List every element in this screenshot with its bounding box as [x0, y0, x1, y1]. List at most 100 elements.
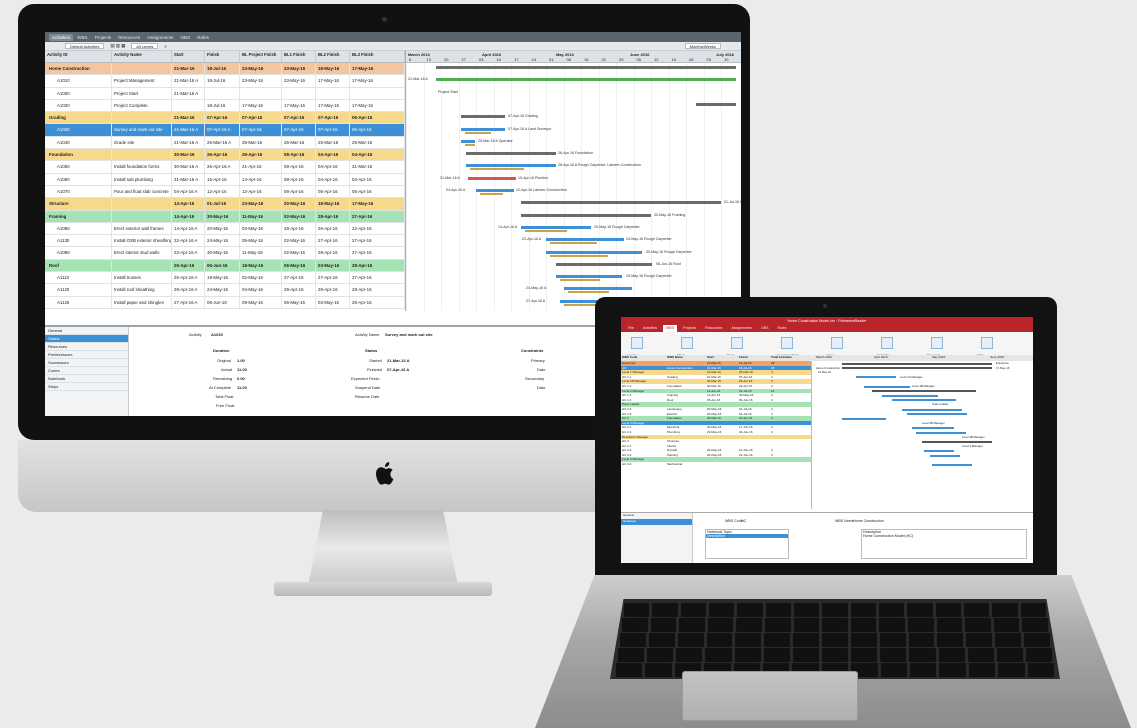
tab-obs[interactable]: OBS [177, 34, 193, 41]
key[interactable] [910, 663, 937, 677]
key[interactable] [822, 618, 848, 632]
activity-row[interactable]: A1020 Project Complete 18-Jul-16 17-May-16 1… [45, 99, 405, 113]
key[interactable] [622, 618, 648, 632]
key[interactable] [792, 648, 819, 662]
activity-row[interactable]: A1125 Install paper and shingles 27-Apr-16… [45, 296, 405, 309]
tab-roles[interactable]: Roles [775, 325, 790, 332]
gantt-bar[interactable] [546, 250, 642, 254]
key[interactable] [998, 663, 1025, 677]
gantt-bar[interactable] [461, 115, 505, 119]
gantt-bar[interactable] [461, 127, 505, 131]
key[interactable] [707, 618, 734, 632]
key[interactable] [850, 633, 877, 647]
activity-row[interactable]: A1070 Pour and float slab concrete 04-Apr-… [45, 185, 405, 199]
key[interactable] [996, 648, 1023, 662]
key[interactable] [966, 633, 993, 647]
activity-row[interactable]: A1080 Erect exterior wall frames 14-Apr-16… [45, 222, 405, 236]
detail-tab-general[interactable]: General [45, 327, 128, 335]
column-header[interactable]: BL1 Finish [282, 51, 316, 62]
key[interactable] [620, 633, 646, 647]
ribbon-icon[interactable] [981, 337, 993, 349]
column-header[interactable]: Finish [205, 51, 240, 62]
gantt-bar[interactable] [930, 454, 960, 457]
gantt-bar[interactable] [902, 408, 962, 411]
gantt-bar[interactable] [696, 102, 736, 106]
key[interactable] [822, 633, 848, 647]
key[interactable] [652, 603, 678, 617]
key[interactable] [618, 648, 645, 662]
gantt-bar[interactable] [521, 225, 591, 229]
gantt-bar[interactable] [864, 385, 910, 388]
key[interactable] [850, 618, 877, 632]
activity-row[interactable]: A1110 Install trusses 25-Apr-16 A 19-May-16… [45, 272, 405, 285]
gantt-bar[interactable] [842, 367, 992, 370]
gantt-bar[interactable] [924, 449, 954, 452]
key[interactable] [880, 648, 907, 662]
wbs-row[interactable]: Framing 14-Apr-16 30-May-16 11-May-16 02-May… [45, 210, 405, 223]
detail-tab-status[interactable]: Status [45, 335, 128, 343]
key[interactable] [850, 603, 876, 617]
key[interactable] [1024, 633, 1050, 647]
ribbon-icon[interactable] [731, 337, 743, 349]
wbs-row[interactable]: Foundation 30-Mar-16 26-Apr-16 26-Apr-16 08-… [45, 149, 405, 162]
key[interactable] [967, 648, 994, 662]
gantt-bar[interactable] [856, 376, 896, 379]
detail-tab-steps[interactable]: Steps [45, 383, 128, 391]
key[interactable] [907, 618, 934, 632]
tab-file[interactable]: File [625, 325, 637, 332]
gantt-bar[interactable] [476, 189, 514, 192]
detail-tab-notebook[interactable]: Notebook [621, 519, 692, 525]
detail-tab-predecessors[interactable]: Predecessors [45, 351, 128, 359]
key[interactable] [937, 633, 964, 647]
gantt-bar[interactable] [466, 152, 556, 156]
key[interactable] [648, 633, 675, 647]
wbs-row[interactable]: Home Construction 21-Mar-16 18-Jul-16 23-Ma… [45, 63, 405, 76]
tab-activities[interactable]: Activities [640, 325, 660, 332]
gantt-bar[interactable] [436, 78, 736, 82]
gantt-bar[interactable] [842, 362, 992, 365]
activity-row[interactable]: A1060 Install sub plumbing 31-Mar-16 A 15-A… [45, 173, 405, 186]
key[interactable] [1020, 603, 1046, 617]
key[interactable] [737, 603, 763, 617]
gantt-bar[interactable] [436, 66, 736, 69]
key[interactable] [1025, 648, 1053, 662]
gantt-bar[interactable] [521, 213, 651, 217]
key[interactable] [763, 648, 790, 662]
ribbon-icon[interactable] [681, 337, 693, 349]
key[interactable] [965, 618, 991, 632]
gantt-bar[interactable] [872, 390, 976, 393]
activity-row[interactable]: A1130 Install OSB exterior sheathing 22-Ap… [45, 235, 405, 248]
detail-tab-notebook[interactable]: Notebook [45, 375, 128, 383]
key[interactable] [878, 603, 905, 617]
layout-select[interactable]: Default Activities [65, 43, 105, 49]
gantt-bar[interactable] [546, 238, 624, 242]
ribbon-icon[interactable] [831, 337, 843, 349]
column-header[interactable]: Start [172, 51, 205, 62]
activity-row[interactable]: A1010 Project Management 21-Mar-16 A 18-Jul… [45, 75, 405, 88]
key[interactable] [736, 618, 762, 632]
wbs-row[interactable]: Grading 21-Mar-16 07-Apr-16 07-Apr-16 07-Apr… [45, 112, 405, 125]
key[interactable] [995, 633, 1022, 647]
key[interactable] [708, 603, 735, 617]
levels-select[interactable]: All Levels [131, 43, 159, 49]
gantt-bar[interactable] [564, 287, 632, 291]
column-header[interactable]: BL Project Finish [240, 51, 282, 62]
tab-assignments[interactable]: Assignments [144, 34, 176, 41]
key[interactable] [680, 603, 706, 617]
activity-row[interactable]: A1000 Project Start 21-Mar-16 A [45, 87, 405, 100]
activity-row[interactable]: A1120 Install roof sheathing 28-Apr-16 A 24… [45, 284, 405, 297]
key[interactable] [963, 603, 990, 617]
gantt-bar[interactable] [556, 275, 622, 279]
tab-roles[interactable]: Roles [194, 34, 212, 41]
key[interactable] [793, 633, 820, 647]
tab-wbs[interactable]: WBS [74, 34, 90, 41]
column-header[interactable]: BL2 Finish [316, 51, 350, 62]
column-header[interactable]: Activity ID [45, 51, 112, 62]
key[interactable] [879, 618, 905, 632]
description-box[interactable]: Description Home Construction Model (HC) [861, 529, 1027, 559]
key[interactable] [793, 603, 820, 617]
tab-activities[interactable]: Activities [49, 33, 74, 41]
gantt-bar[interactable] [882, 394, 938, 397]
key[interactable] [909, 648, 936, 662]
tab-wbs[interactable]: WBS [662, 325, 678, 332]
